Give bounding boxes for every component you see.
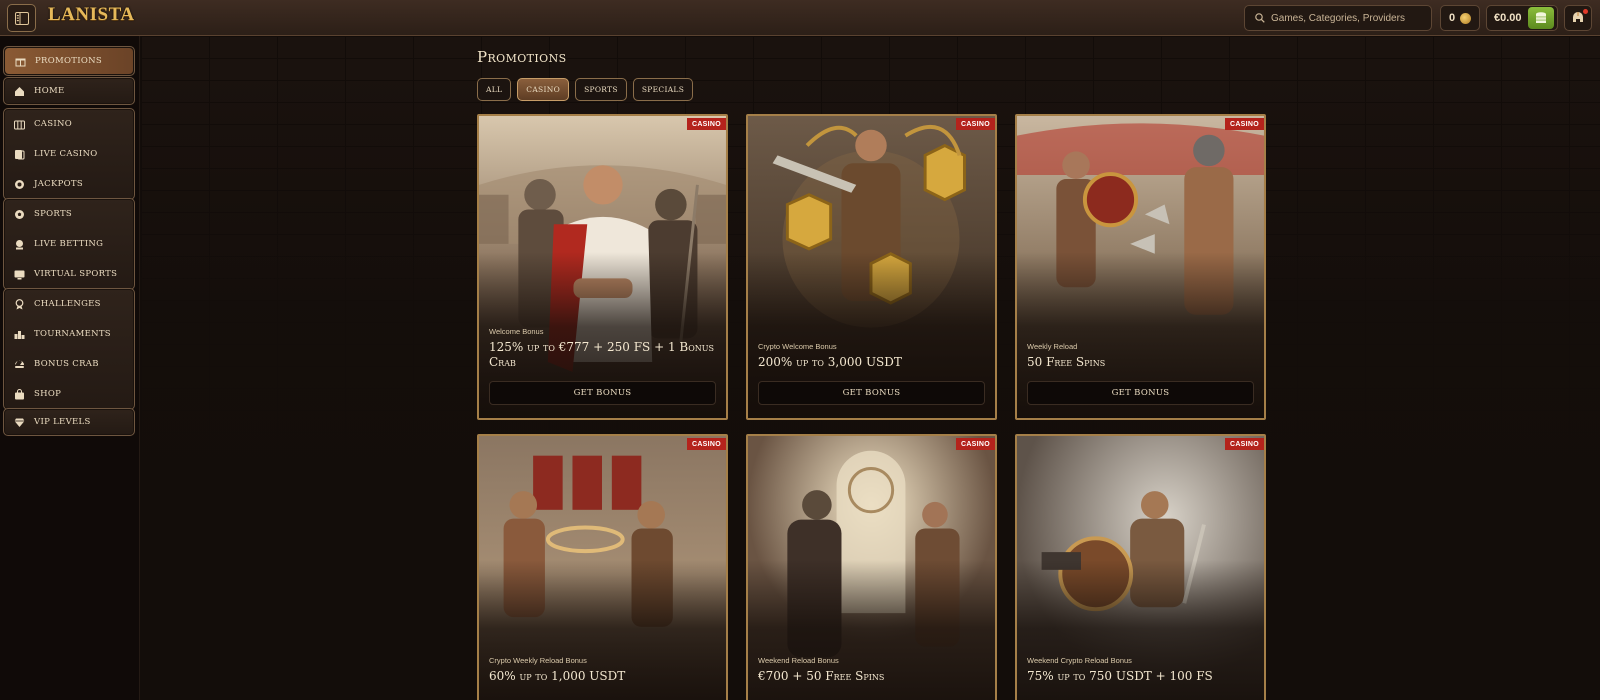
promo-title: 200% up to 3,000 USDT — [758, 355, 902, 369]
nav-group-home: Home — [3, 77, 135, 105]
promo-card-weekend-reload[interactable]: CASINO Weekend Reload Bonus €700 + 50 Fr… — [746, 434, 997, 700]
nav-group-vip: VIP Levels — [3, 408, 135, 436]
promo-subtitle: Welcome Bonus — [489, 327, 544, 336]
sidebar-item-label: Live Casino — [34, 149, 98, 159]
sidebar-item-tournaments[interactable]: Tournaments — [4, 319, 134, 349]
monitor-icon — [14, 269, 25, 280]
promo-card-welcome[interactable]: CASINO Welcome Bonus 125% up to €777 + 2… — [477, 114, 728, 420]
diamond-icon — [14, 417, 25, 428]
medal-icon — [14, 298, 25, 310]
promo-title: 60% up to 1,000 USDT — [489, 669, 626, 683]
nav-group-promotions: Promotions — [3, 46, 135, 76]
coins-value: 0 — [1448, 12, 1456, 24]
slot-icon — [14, 119, 25, 130]
sidebar-item-home[interactable]: Home — [4, 78, 134, 104]
get-bonus-button[interactable]: Get Bonus — [758, 381, 985, 405]
promo-subtitle: Weekly Reload — [1027, 342, 1078, 351]
notification-dot — [1583, 9, 1588, 14]
coin-icon — [1460, 12, 1472, 24]
tab-all[interactable]: All — [477, 78, 512, 101]
sidebar-item-label: Shop — [34, 389, 62, 399]
search-input[interactable] — [1271, 12, 1431, 24]
live-cards-icon — [14, 149, 25, 160]
search-box[interactable] — [1244, 5, 1432, 31]
promo-subtitle: Crypto Welcome Bonus — [758, 342, 837, 351]
casino-badge: CASINO — [686, 118, 726, 130]
sidebar-item-challenges[interactable]: Challenges — [4, 289, 134, 319]
nav-group-casino: Casino Live Casino Jackpots — [3, 108, 135, 200]
sidebar-item-label: Jackpots — [34, 179, 83, 189]
sidebar-item-live-betting[interactable]: Live Betting — [4, 229, 134, 259]
nav-group-challenges: Challenges Tournaments Bonus Crab Shop — [3, 288, 135, 410]
casino-badge: CASINO — [955, 118, 995, 130]
sidebar-item-sports[interactable]: Sports — [4, 199, 134, 229]
sidebar-item-label: Casino — [34, 119, 73, 129]
promo-card-weekend-crypto-reload[interactable]: CASINO Weekend Crypto Reload Bonus 75% u… — [1015, 434, 1266, 700]
lanista-logo[interactable]: LANISTA — [48, 4, 135, 32]
sidebar-item-promotions[interactable]: Promotions — [5, 48, 133, 74]
tab-casino[interactable]: Casino — [517, 78, 570, 101]
nav-group-sports: Sports Live Betting Virtual Sports — [3, 198, 135, 290]
sidebar-item-label: Promotions — [35, 56, 103, 66]
sidebar: Promotions Home Casino Live Casino — [0, 36, 140, 700]
sidebar-item-bonus-crab[interactable]: Bonus Crab — [4, 349, 134, 379]
promo-card-crypto-welcome[interactable]: CASINO Crypto Welcome Bonus 200% up to 3… — [746, 114, 997, 420]
sidebar-item-label: Home — [34, 86, 65, 96]
podium-icon — [14, 329, 25, 340]
promo-subtitle: Crypto Weekly Reload Bonus — [489, 656, 587, 665]
sidebar-item-label: Bonus Crab — [34, 359, 99, 369]
casino-badge: CASINO — [1224, 438, 1264, 450]
balance-value: €0.00 — [1494, 12, 1522, 24]
bag-icon — [14, 388, 25, 400]
ball-icon — [14, 209, 25, 220]
tab-sports[interactable]: Sports — [575, 78, 627, 101]
sidebar-item-casino[interactable]: Casino — [4, 109, 134, 139]
top-bar: LANISTA 0 €0.00 — [0, 0, 1600, 36]
home-icon — [14, 86, 25, 97]
promo-card-weekly-reload[interactable]: CASINO Weekly Reload 50 Free Spins Get B… — [1015, 114, 1266, 420]
sidebar-item-label: Virtual Sports — [34, 269, 118, 279]
promo-title: 50 Free Spins — [1027, 355, 1106, 369]
casino-badge: CASINO — [686, 438, 726, 450]
get-bonus-button[interactable]: Get Bonus — [489, 381, 716, 405]
live-bet-icon — [14, 239, 25, 250]
promo-title: 125% up to €777 + 250 FS + 1 Bonus Crab — [489, 340, 714, 369]
promo-filter-tabs: All Casino Sports Specials — [477, 78, 694, 101]
sidebar-item-label: Tournaments — [34, 329, 111, 339]
gift-icon — [15, 56, 26, 67]
get-bonus-button[interactable]: Get Bonus — [1027, 381, 1254, 405]
search-icon — [1255, 13, 1265, 23]
casino-badge: CASINO — [1224, 118, 1264, 130]
balance-display[interactable]: €0.00 — [1486, 5, 1558, 31]
profile-button[interactable] — [1564, 5, 1592, 31]
sidebar-item-live-casino[interactable]: Live Casino — [4, 139, 134, 169]
wallet-button[interactable] — [1528, 7, 1554, 29]
sidebar-item-virtual-sports[interactable]: Virtual Sports — [4, 259, 134, 289]
sidebar-item-label: Live Betting — [34, 239, 104, 249]
sidebar-toggle-icon — [14, 11, 29, 25]
promo-title: 75% up to 750 USDT + 100 FS — [1027, 669, 1213, 683]
casino-badge: CASINO — [955, 438, 995, 450]
tab-specials[interactable]: Specials — [632, 78, 694, 101]
page-title: Promotions — [477, 48, 567, 66]
sidebar-item-label: Sports — [34, 209, 73, 219]
crab-icon — [14, 359, 25, 370]
jackpot-icon — [14, 179, 25, 190]
sidebar-item-vip-levels[interactable]: VIP Levels — [4, 409, 134, 435]
coin-stack-icon — [1536, 12, 1546, 23]
sidebar-item-label: VIP Levels — [34, 417, 91, 427]
sidebar-item-label: Challenges — [34, 299, 101, 309]
promo-title: €700 + 50 Free Spins — [758, 669, 885, 683]
sidebar-item-shop[interactable]: Shop — [4, 379, 134, 409]
promo-card-crypto-weekly-reload[interactable]: CASINO Crypto Weekly Reload Bonus 60% up… — [477, 434, 728, 700]
sidebar-toggle-button[interactable] — [7, 4, 36, 32]
promo-subtitle: Weekend Crypto Reload Bonus — [1027, 656, 1132, 665]
sidebar-item-jackpots[interactable]: Jackpots — [4, 169, 134, 199]
promo-subtitle: Weekend Reload Bonus — [758, 656, 839, 665]
coins-counter[interactable]: 0 — [1440, 5, 1480, 31]
